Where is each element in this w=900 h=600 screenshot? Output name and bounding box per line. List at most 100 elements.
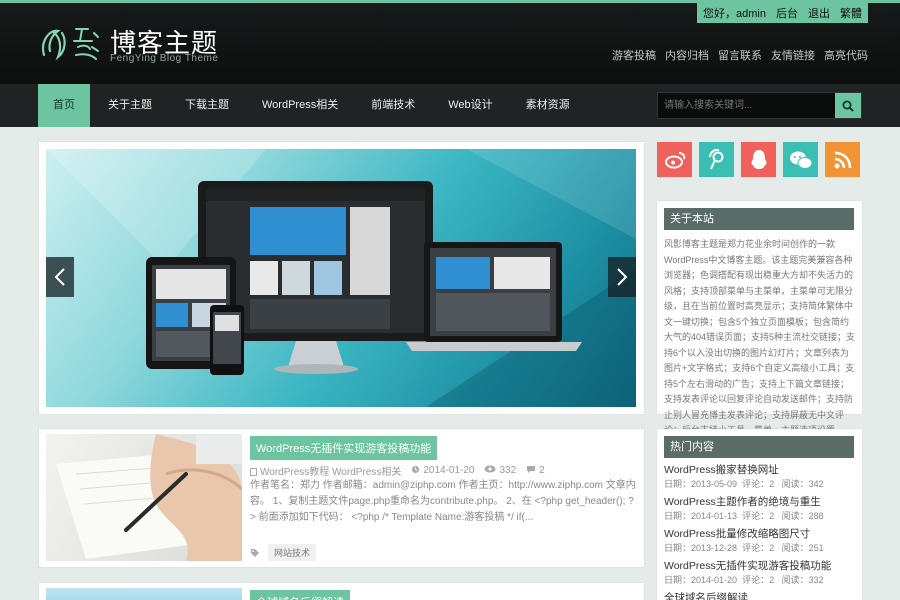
nav-item-home[interactable]: 首页 <box>38 84 90 127</box>
date-label: 日期： <box>664 479 692 489</box>
hot-post-title[interactable]: 全球域名后缀解读 <box>664 591 856 600</box>
post-views: 332 <box>484 465 516 476</box>
post-excerpt: 作者笔名：郑力 作者邮箱：admin@ziphp.com 作者主页：http:/… <box>250 480 636 523</box>
about-widget: 关于本站 风影博客主题是郑力花业余时间创作的一款WordPress中文博客主题。… <box>657 201 862 435</box>
search-icon <box>842 100 854 112</box>
comments-label: 评论： <box>742 511 770 521</box>
top-link-highlight[interactable]: 高亮代码 <box>824 47 868 63</box>
writing-hand-image <box>56 434 242 561</box>
chevron-right-icon <box>617 268 628 286</box>
category-icon <box>250 468 257 476</box>
devices-illustration <box>46 149 636 407</box>
nav-item-webdesign[interactable]: Web设计 <box>433 84 507 127</box>
post-categories: WordPress教程 WordPress相关 <box>250 463 401 478</box>
tag-icon <box>251 548 259 557</box>
tencent-weibo-button[interactable] <box>699 142 734 177</box>
traditional-chinese-link[interactable]: 繁體 <box>840 5 862 21</box>
eye-icon <box>484 465 496 473</box>
weibo-icon <box>664 151 685 168</box>
logo-icon[interactable] <box>36 21 106 65</box>
slider <box>39 142 644 414</box>
post-date: 2014-01-20 <box>411 465 474 476</box>
post-thumbnail[interactable] <box>46 434 242 561</box>
post-date-text: 2014-01-20 <box>423 465 475 476</box>
post-meta: WordPress教程 WordPress相关 2014-01-20 332 2 <box>250 463 545 478</box>
hot-post-date: 2013-12-28 <box>691 543 738 553</box>
slide-image[interactable] <box>46 149 636 407</box>
hot-post-comments: 2 <box>769 511 775 521</box>
hot-post-date: 2013-05-09 <box>691 479 738 489</box>
tencent-weibo-icon <box>708 148 723 169</box>
nav-item-wordpress[interactable]: WordPress相关 <box>247 84 353 127</box>
clock-icon <box>412 465 420 474</box>
top-link-archive[interactable]: 内容归档 <box>665 47 709 63</box>
post-tags: 网站技术 <box>250 544 317 561</box>
post-thumbnail-2[interactable] <box>46 588 242 600</box>
about-widget-title: 关于本站 <box>664 208 854 230</box>
hot-post-comments: 2 <box>769 575 775 585</box>
hot-post-date: 2014-01-13 <box>691 511 738 521</box>
post-title[interactable]: WordPress无插件实现游客投稿功能 <box>250 436 438 460</box>
post-title-2[interactable]: 全球域名后缀解读 <box>250 590 350 600</box>
weibo-button[interactable] <box>657 142 692 177</box>
comments-label: 评论： <box>742 479 770 489</box>
user-bar: 您好，admin 后台 退出 繁體 <box>697 3 868 23</box>
date-label: 日期： <box>664 575 692 585</box>
hot-posts-list: WordPress搬家替换网址 日期：2013-05-09 评论：2 阅读：34… <box>664 463 856 600</box>
hot-post-item: WordPress搬家替换网址 日期：2013-05-09 评论：2 阅读：34… <box>664 463 856 491</box>
top-link-guestbook[interactable]: 留言联系 <box>718 47 762 63</box>
wechat-button[interactable] <box>783 142 818 177</box>
hot-post-views: 332 <box>808 575 824 585</box>
nav-item-about-theme[interactable]: 关于主题 <box>93 84 167 127</box>
rss-button[interactable] <box>825 142 860 177</box>
top-link-contribute[interactable]: 游客投稿 <box>612 47 656 63</box>
hot-post-comments: 2 <box>769 543 775 553</box>
rss-icon <box>834 151 851 168</box>
hot-post-item: WordPress主题作者的绝境与重生 日期：2014-01-13 评论：2 阅… <box>664 495 856 523</box>
social-links <box>657 142 862 189</box>
post-categories-text[interactable]: WordPress教程 WordPress相关 <box>260 467 401 478</box>
post-card: WordPress无插件实现游客投稿功能 WordPress教程 WordPre… <box>39 429 644 567</box>
hot-post-title[interactable]: WordPress主题作者的绝境与重生 <box>664 495 856 510</box>
top-link-friends[interactable]: 友情链接 <box>771 47 815 63</box>
qq-icon <box>751 149 766 169</box>
nav-item-resources[interactable]: 素材资源 <box>511 84 585 127</box>
nav-item-frontend[interactable]: 前端技术 <box>356 84 430 127</box>
site-subtitle: FengYing Blog Theme <box>110 53 219 64</box>
logout-link[interactable]: 退出 <box>808 5 830 21</box>
search-button[interactable] <box>835 93 861 118</box>
views-label: 阅读： <box>781 575 809 585</box>
post-tag[interactable]: 网站技术 <box>268 544 317 561</box>
hot-post-title[interactable]: WordPress无插件实现游客投稿功能 <box>664 559 856 574</box>
hot-post-date: 2014-01-20 <box>691 575 738 585</box>
backend-link[interactable]: 后台 <box>776 5 798 21</box>
post-views-count: 332 <box>499 465 517 476</box>
hot-post-views: 342 <box>808 479 824 489</box>
views-label: 阅读： <box>781 511 809 521</box>
slider-next-button[interactable] <box>608 257 636 297</box>
hot-posts-title: 热门内容 <box>664 436 854 458</box>
hot-post-item: 全球域名后缀解读 <box>664 591 856 600</box>
hot-posts-widget: 热门内容 WordPress搬家替换网址 日期：2013-05-09 评论：2 … <box>657 429 862 600</box>
slider-prev-button[interactable] <box>46 257 74 297</box>
post-comments[interactable]: 2 <box>526 465 545 476</box>
chevron-left-icon <box>54 268 65 286</box>
hot-post-item: WordPress批量修改缩略图尺寸 日期：2013-12-28 评论：2 阅读… <box>664 527 856 555</box>
wechat-icon <box>789 151 812 169</box>
hot-post-title[interactable]: WordPress搬家替换网址 <box>664 463 856 478</box>
views-label: 阅读： <box>781 479 809 489</box>
search-input[interactable] <box>658 93 834 118</box>
comments-label: 评论： <box>742 575 770 585</box>
post-comments-count: 2 <box>539 465 545 476</box>
about-text: 风影博客主题是郑力花业余时间创作的一款WordPress中文博客主题。该主题完美… <box>664 239 856 435</box>
nav-item-download[interactable]: 下载主题 <box>170 84 244 127</box>
hot-post-views: 288 <box>808 511 824 521</box>
comment-icon <box>527 466 536 473</box>
post-card-2: 全球域名后缀解读 <box>39 583 644 600</box>
hot-post-meta: 日期：2013-05-09 评论：2 阅读：342 <box>664 478 856 491</box>
comments-label: 评论： <box>742 543 770 553</box>
user-greeting: 您好，admin <box>703 8 766 20</box>
hot-post-title[interactable]: WordPress批量修改缩略图尺寸 <box>664 527 856 542</box>
qq-button[interactable] <box>741 142 776 177</box>
views-label: 阅读： <box>781 543 809 553</box>
